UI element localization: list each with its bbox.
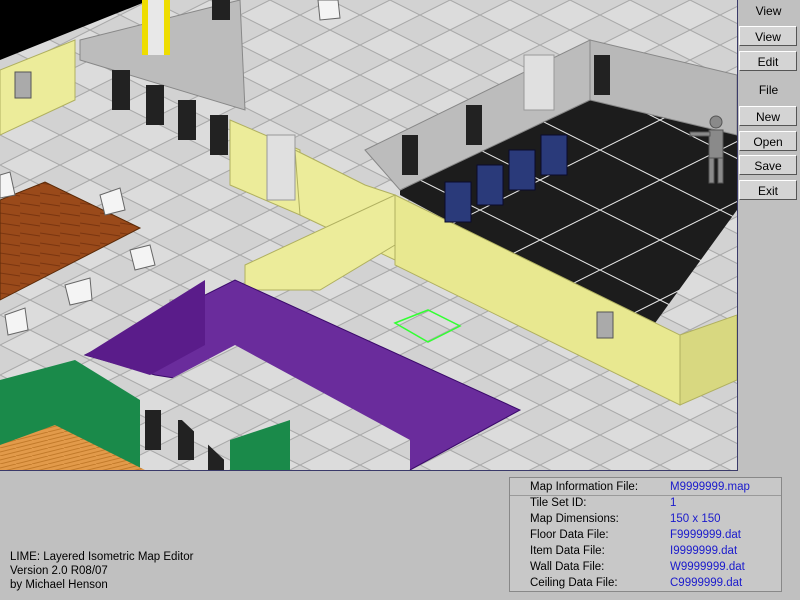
info-value: I9999999.dat [670,545,738,557]
view-button[interactable]: View [739,26,797,46]
save-button[interactable]: Save [739,155,797,175]
info-label: Wall Data File: [530,561,605,573]
info-value: C9999999.dat [670,577,743,589]
file-menu-header: File [758,83,779,97]
door-mid [266,134,296,201]
info-value: W9999999.dat [670,561,745,573]
app-version: Version 2.0 R08/07 [10,565,108,577]
info-row: Tile Set ID: 1 [510,495,781,511]
app-author: by Michael Henson [10,579,108,591]
info-label: Floor Data File: [530,529,609,541]
isometric-map-canvas[interactable] [0,0,737,470]
view-menu-header: View [755,4,782,18]
map-viewport[interactable] [0,0,738,471]
app-title: LIME: Layered Isometric Map Editor [10,551,194,563]
info-value: 1 [670,497,677,509]
info-row: Map Information File: M9999999.map [510,479,781,496]
info-row: Floor Data File: F9999999.dat [510,527,781,543]
info-value: M9999999.map [670,481,750,493]
wall-switch-left [14,71,32,99]
exit-button[interactable]: Exit [739,180,797,200]
info-value: 150 x 150 [670,513,721,525]
info-label: Map Information File: [530,481,639,493]
info-label: Tile Set ID: [530,497,587,509]
map-info-panel: Map Information File: M9999999.map Tile … [509,477,782,592]
edit-button[interactable]: Edit [739,51,797,71]
app-credits: LIME: Layered Isometric Map Editor Versi… [10,550,193,592]
info-row: Map Dimensions: 150 x 150 [510,511,781,527]
info-row: Wall Data File: W9999999.dat [510,559,781,575]
new-button[interactable]: New [739,106,797,126]
info-value: F9999999.dat [670,529,741,541]
info-row: Item Data File: I9999999.dat [510,543,781,559]
info-row: Ceiling Data File: C9999999.dat [510,575,781,591]
info-label: Map Dimensions: [530,513,619,525]
info-label: Ceiling Data File: [530,577,618,589]
open-button[interactable]: Open [739,131,797,151]
wall-switch-right [596,311,614,339]
door-server [523,54,555,111]
info-label: Item Data File: [530,545,605,557]
